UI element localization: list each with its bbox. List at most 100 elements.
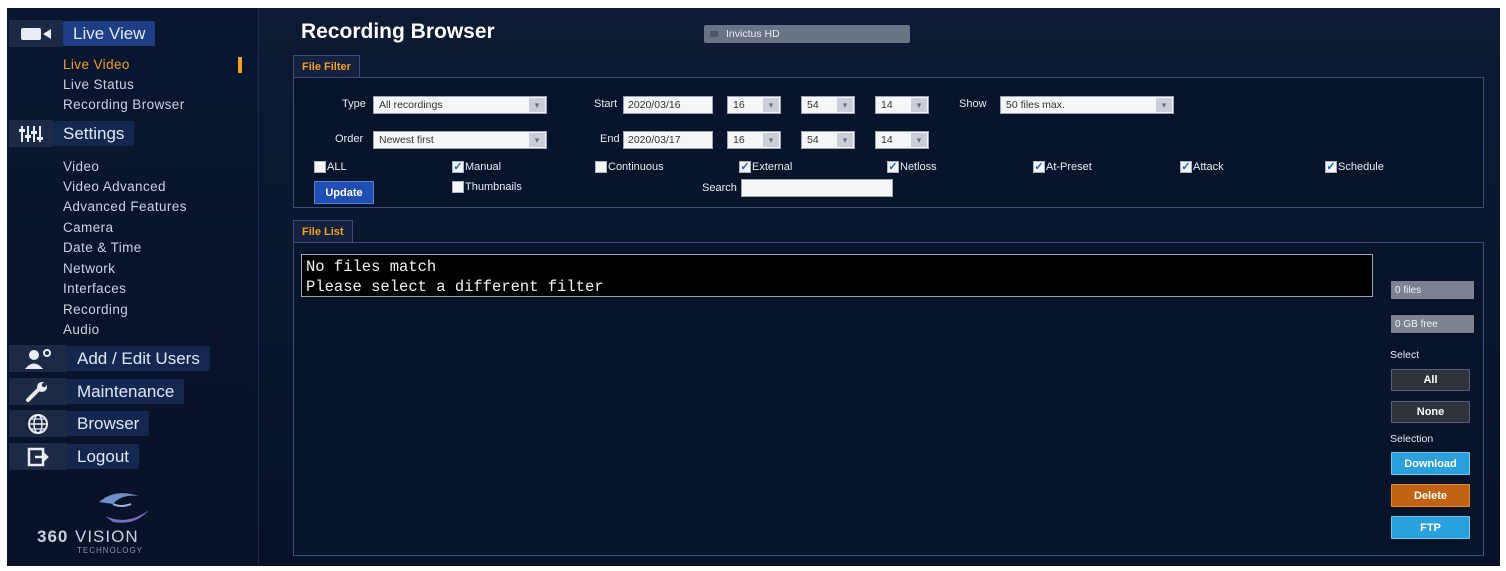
checkbox-box [595, 161, 607, 173]
select-label: Select [1390, 349, 1420, 361]
checkmark-icon: ✓ [887, 160, 899, 173]
message-line-2: Please select a different filter [306, 278, 604, 296]
search-input[interactable] [741, 179, 893, 197]
checkbox-netloss[interactable]: ✓ Netloss [887, 161, 937, 173]
start-label: Start [594, 98, 618, 110]
logout-icon [9, 443, 67, 470]
start-minute-select[interactable]: 54 ▾ [801, 96, 855, 114]
page-title: Recording Browser [301, 20, 495, 43]
end-second-value: 14 [881, 134, 893, 146]
device-name-badge: Invictus HD [704, 25, 910, 43]
tab-file-list[interactable]: File List [293, 220, 353, 242]
end-label: End [600, 133, 620, 145]
section-maintenance[interactable]: Maintenance [9, 378, 185, 405]
nav-item-live-status[interactable]: Live Status [63, 77, 134, 92]
nav-item-video-advanced[interactable]: Video Advanced [63, 179, 166, 194]
chevron-down-icon: ▾ [763, 133, 779, 147]
checkbox-manual[interactable]: ✓ Manual [452, 161, 501, 173]
selection-label: Selection [1390, 433, 1434, 445]
end-date-input[interactable]: 2020/03/17 [623, 131, 713, 149]
file-list-panel: No files match Please select a different… [293, 242, 1484, 556]
chevron-down-icon: ▾ [763, 98, 779, 112]
checkbox-all[interactable]: ALL [314, 161, 347, 173]
status-led-icon [710, 31, 718, 37]
update-button[interactable]: Update [314, 181, 374, 204]
nav-item-recording[interactable]: Recording [63, 302, 128, 317]
nav-item-interfaces[interactable]: Interfaces [63, 281, 126, 296]
search-label: Search [702, 182, 737, 194]
nav-item-date-time[interactable]: Date & Time [63, 240, 142, 255]
main-content: Recording Browser Invictus HD File Filte… [267, 8, 1500, 566]
free-space: 0 GB free [1391, 315, 1474, 333]
checkbox-continuous[interactable]: Continuous [595, 161, 664, 173]
select-none-button[interactable]: None [1391, 401, 1470, 423]
tab-file-filter[interactable]: File Filter [293, 55, 360, 77]
checkbox-schedule-label: Schedule [1338, 161, 1384, 173]
nav-item-video[interactable]: Video [63, 159, 99, 174]
chevron-down-icon: ▾ [837, 133, 853, 147]
checkbox-external[interactable]: ✓ External [739, 161, 792, 173]
select-all-button[interactable]: All [1391, 369, 1470, 391]
show-select[interactable]: 50 files max. ▾ [1000, 96, 1174, 114]
wrench-icon [9, 378, 67, 405]
section-title-logout: Logout [67, 444, 139, 469]
order-select[interactable]: Newest first ▾ [373, 131, 547, 149]
checkbox-thumbnails[interactable]: Thumbnails [452, 181, 522, 193]
end-hour-select[interactable]: 16 ▾ [727, 131, 781, 149]
checkmark-icon: ✓ [452, 160, 464, 173]
download-button[interactable]: Download [1391, 452, 1470, 475]
checkbox-schedule[interactable]: ✓ Schedule [1325, 161, 1384, 173]
user-icon [9, 345, 67, 372]
section-browser[interactable]: Browser [9, 410, 150, 437]
start-hour-value: 16 [733, 99, 745, 111]
section-live-view[interactable]: Live View [9, 20, 156, 47]
nav-item-camera[interactable]: Camera [63, 220, 113, 235]
type-select[interactable]: All recordings ▾ [373, 96, 547, 114]
globe-icon [9, 410, 67, 437]
section-title-settings: Settings [53, 121, 135, 146]
start-date-input[interactable]: 2020/03/16 [623, 96, 713, 114]
chevron-down-icon: ▾ [529, 133, 545, 147]
checkbox-attack[interactable]: ✓ Attack [1180, 161, 1224, 173]
delete-button[interactable]: Delete [1391, 484, 1470, 507]
checkbox-manual-label: Manual [465, 161, 502, 173]
checkbox-at-preset-label: At-Preset [1046, 161, 1092, 173]
chevron-down-icon: ▾ [529, 98, 545, 112]
checkmark-icon: ✓ [739, 160, 751, 173]
active-indicator [238, 57, 242, 73]
section-logout[interactable]: Logout [9, 443, 139, 470]
checkbox-all-label: ALL [327, 161, 347, 173]
app-frame: Live View Live Video Live Status Recordi… [7, 8, 1500, 566]
section-settings[interactable]: Settings [9, 120, 135, 147]
ftp-button[interactable]: FTP [1391, 516, 1470, 539]
show-select-value: 50 files max. [1006, 99, 1065, 111]
nav-item-recording-browser[interactable]: Recording Browser [63, 97, 185, 112]
svg-text:360: 360 [37, 527, 68, 546]
checkbox-attack-label: Attack [1193, 161, 1224, 173]
message-line-1: No files match [306, 258, 437, 276]
checkbox-netloss-label: Netloss [900, 161, 937, 173]
end-second-select[interactable]: 14 ▾ [875, 131, 929, 149]
nav-item-audio[interactable]: Audio [63, 322, 100, 337]
start-hour-select[interactable]: 16 ▾ [727, 96, 781, 114]
brand-logo: 360 VISION TECHNOLOGY [17, 486, 237, 556]
section-title-add-edit-users: Add / Edit Users [67, 346, 210, 371]
checkbox-at-preset[interactable]: ✓ At-Preset [1033, 161, 1092, 173]
nav-item-advanced-features[interactable]: Advanced Features [63, 199, 187, 214]
section-add-edit-users[interactable]: Add / Edit Users [9, 345, 210, 372]
type-select-value: All recordings [379, 99, 443, 111]
chevron-down-icon: ▾ [1156, 98, 1172, 112]
start-second-select[interactable]: 14 ▾ [875, 96, 929, 114]
chevron-down-icon: ▾ [911, 98, 927, 112]
show-label: Show [959, 98, 987, 110]
checkmark-icon: ✓ [1180, 160, 1192, 173]
nav-item-live-video[interactable]: Live Video [63, 57, 130, 72]
end-hour-value: 16 [733, 134, 745, 146]
section-title-maintenance: Maintenance [67, 379, 185, 404]
start-second-value: 14 [881, 99, 893, 111]
end-minute-select[interactable]: 54 ▾ [801, 131, 855, 149]
nav-item-network[interactable]: Network [63, 261, 115, 276]
order-select-value: Newest first [379, 134, 434, 146]
end-minute-value: 54 [807, 134, 819, 146]
svg-text:VISION: VISION [75, 527, 139, 546]
